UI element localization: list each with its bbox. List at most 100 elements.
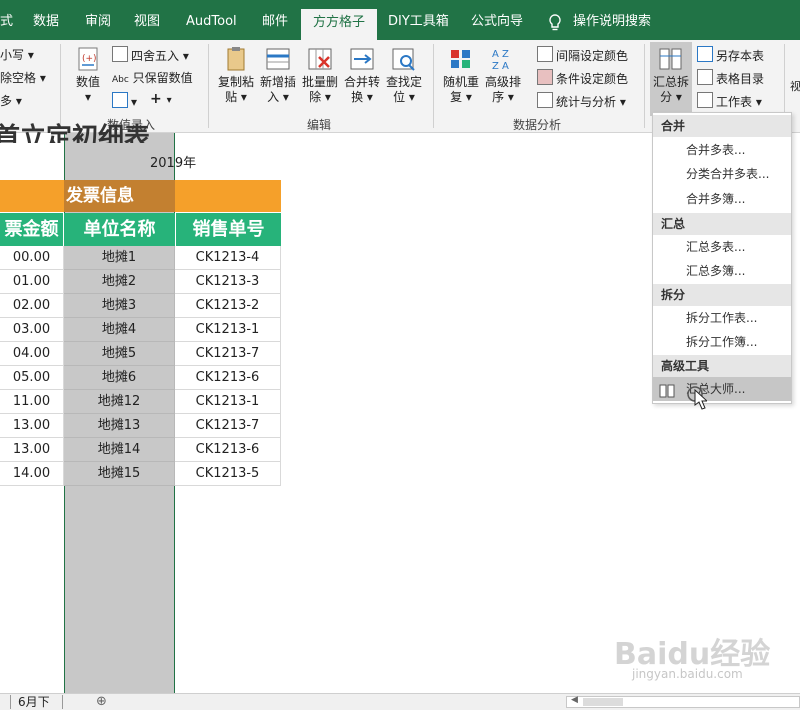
- menu-item-merge-books[interactable]: 合并多簿...: [653, 187, 791, 211]
- unit-cell[interactable]: 地摊4: [64, 318, 175, 342]
- scrollbar-thumb[interactable]: [583, 698, 623, 706]
- statistics-item[interactable]: 统计与分析 ▾: [537, 92, 626, 110]
- tab-formula-wizard[interactable]: 公式向导: [471, 10, 523, 34]
- add-sheet-button[interactable]: ⊕: [96, 694, 107, 710]
- column-header-amount: 票金额: [0, 213, 63, 246]
- insert-icon: [264, 46, 292, 72]
- amount-cell[interactable]: 00.00: [0, 246, 64, 270]
- summary-icon: [657, 46, 685, 72]
- tell-me-search[interactable]: 操作说明搜索: [573, 10, 651, 34]
- menu-item-summary-books[interactable]: 汇总多簿...: [653, 259, 791, 283]
- save-sheet-item[interactable]: 另存本表: [697, 46, 764, 64]
- delete-icon: [306, 46, 334, 72]
- worksheet-item[interactable]: 工作表 ▾: [697, 92, 762, 110]
- tab-review[interactable]: 审阅: [85, 10, 111, 34]
- sheet-tab-bar: 6月下 ⊕ ◀: [0, 693, 800, 710]
- unit-cell[interactable]: 地摊15: [64, 462, 175, 486]
- sales-no-cell[interactable]: CK1213-1: [175, 390, 281, 414]
- keep-value-item[interactable]: Abc 只保留数值: [112, 69, 193, 86]
- tab-data[interactable]: 数据: [33, 10, 59, 34]
- menu-item-category-merge[interactable]: 分类合并多表...: [653, 162, 791, 186]
- sales-no-cell[interactable]: CK1213-6: [175, 438, 281, 462]
- amount-cell[interactable]: 13.00: [0, 414, 64, 438]
- group-separator: [60, 44, 61, 128]
- unit-cell[interactable]: 地摊12: [64, 390, 175, 414]
- copy-paste-button[interactable]: 复制粘贴 ▾: [216, 46, 256, 105]
- value-button[interactable]: (+) 数值 ▾: [68, 46, 108, 105]
- amount-cell[interactable]: 01.00: [0, 270, 64, 294]
- merge-icon: [348, 46, 376, 72]
- amount-cell[interactable]: 14.00: [0, 462, 64, 486]
- group-separator: [644, 44, 645, 128]
- amount-cell[interactable]: 05.00: [0, 366, 64, 390]
- tab-partial[interactable]: 式: [0, 10, 13, 34]
- amount-cell[interactable]: 04.00: [0, 342, 64, 366]
- unit-cell[interactable]: 地摊13: [64, 414, 175, 438]
- pen-icon: [112, 92, 128, 108]
- horizontal-scrollbar[interactable]: ◀: [566, 695, 800, 708]
- column-header-unit: 单位名称: [64, 213, 175, 246]
- condition-color-item[interactable]: 条件设定颜色: [537, 69, 628, 87]
- round-item[interactable]: 四舍五入 ▾: [112, 46, 189, 64]
- sales-no-cell[interactable]: CK1213-2: [175, 294, 281, 318]
- advanced-sort-button[interactable]: A ZZ A 高级排序 ▾: [483, 46, 523, 105]
- find-locate-button[interactable]: 查找定位 ▾: [384, 46, 424, 105]
- sales-no-cell[interactable]: CK1213-3: [175, 270, 281, 294]
- unit-cell[interactable]: 地摊14: [64, 438, 175, 462]
- sheet-index-item[interactable]: 表格目录: [697, 69, 764, 87]
- stripe-icon: [537, 46, 553, 62]
- clipboard-icon: [222, 46, 250, 72]
- sheet-tab-june[interactable]: 6月下: [18, 694, 50, 710]
- amount-cell[interactable]: 03.00: [0, 318, 64, 342]
- unit-cell[interactable]: 地摊5: [64, 342, 175, 366]
- sales-no-cell[interactable]: CK1213-5: [175, 462, 281, 486]
- insert-button[interactable]: 新增插入 ▾: [258, 46, 298, 105]
- unit-cell[interactable]: 地摊2: [64, 270, 175, 294]
- menu-item-split-book[interactable]: 拆分工作簿...: [653, 330, 791, 354]
- magnifier-icon: [390, 46, 418, 72]
- amount-cell[interactable]: 02.00: [0, 294, 64, 318]
- menu-section-merge: 合并: [653, 115, 791, 137]
- unit-cell[interactable]: 地摊6: [64, 366, 175, 390]
- unit-cell[interactable]: 地摊3: [64, 294, 175, 318]
- sales-no-cell[interactable]: CK1213-1: [175, 318, 281, 342]
- group-separator: [433, 44, 434, 128]
- interval-color-item[interactable]: 间隔设定颜色: [537, 46, 628, 64]
- unit-cell[interactable]: 地摊1: [64, 246, 175, 270]
- lightbulb-icon: [548, 14, 562, 35]
- baidu-watermark-url: jingyan.baidu.com: [632, 667, 743, 681]
- batch-delete-button[interactable]: 批量删除 ▾: [300, 46, 340, 105]
- edit-pen-item[interactable]: ▾: [112, 92, 137, 109]
- sales-no-cell[interactable]: CK1213-4: [175, 246, 281, 270]
- menu-item-merge-sheets[interactable]: 合并多表...: [653, 138, 791, 162]
- amount-cell[interactable]: 13.00: [0, 438, 64, 462]
- tab-mail[interactable]: 邮件: [262, 10, 288, 34]
- svg-text:A Z: A Z: [492, 49, 509, 60]
- tab-audtool[interactable]: AudTool: [186, 10, 237, 34]
- round-icon: [112, 46, 128, 62]
- scroll-left-icon[interactable]: ◀: [571, 695, 578, 705]
- sales-no-cell[interactable]: CK1213-6: [175, 366, 281, 390]
- tab-diy[interactable]: DIY工具箱: [388, 10, 449, 34]
- lowercase-item[interactable]: 小写 ▾: [0, 46, 34, 63]
- menu-item-summary-master[interactable]: 汇总大师...: [653, 377, 791, 401]
- column-header-sales-no: 销售单号: [176, 213, 281, 246]
- view-edge-item[interactable]: 视: [790, 78, 800, 94]
- menu-item-split-sheet[interactable]: 拆分工作表...: [653, 306, 791, 330]
- menu-item-summary-sheets[interactable]: 汇总多表...: [653, 235, 791, 259]
- more-item[interactable]: 多 ▾: [0, 92, 22, 109]
- sales-no-cell[interactable]: CK1213-7: [175, 342, 281, 366]
- svg-text:(+): (+): [82, 54, 97, 64]
- tab-fangfang[interactable]: 方方格子: [301, 9, 378, 40]
- amount-cell[interactable]: 11.00: [0, 390, 64, 414]
- section-header-label: 发票信息: [66, 186, 134, 206]
- merge-convert-button[interactable]: 合并转换 ▾: [342, 46, 382, 105]
- summary-master-icon: [659, 382, 675, 406]
- plus-button[interactable]: + ▾: [150, 91, 172, 107]
- random-repeat-button[interactable]: 随机重复 ▾: [441, 46, 481, 105]
- sales-no-cell[interactable]: CK1213-7: [175, 414, 281, 438]
- summary-split-button[interactable]: 汇总拆分 ▾: [650, 42, 692, 116]
- value-icon: (+): [74, 46, 102, 72]
- tab-view[interactable]: 视图: [134, 10, 160, 34]
- remove-space-item[interactable]: 除空格 ▾: [0, 69, 46, 86]
